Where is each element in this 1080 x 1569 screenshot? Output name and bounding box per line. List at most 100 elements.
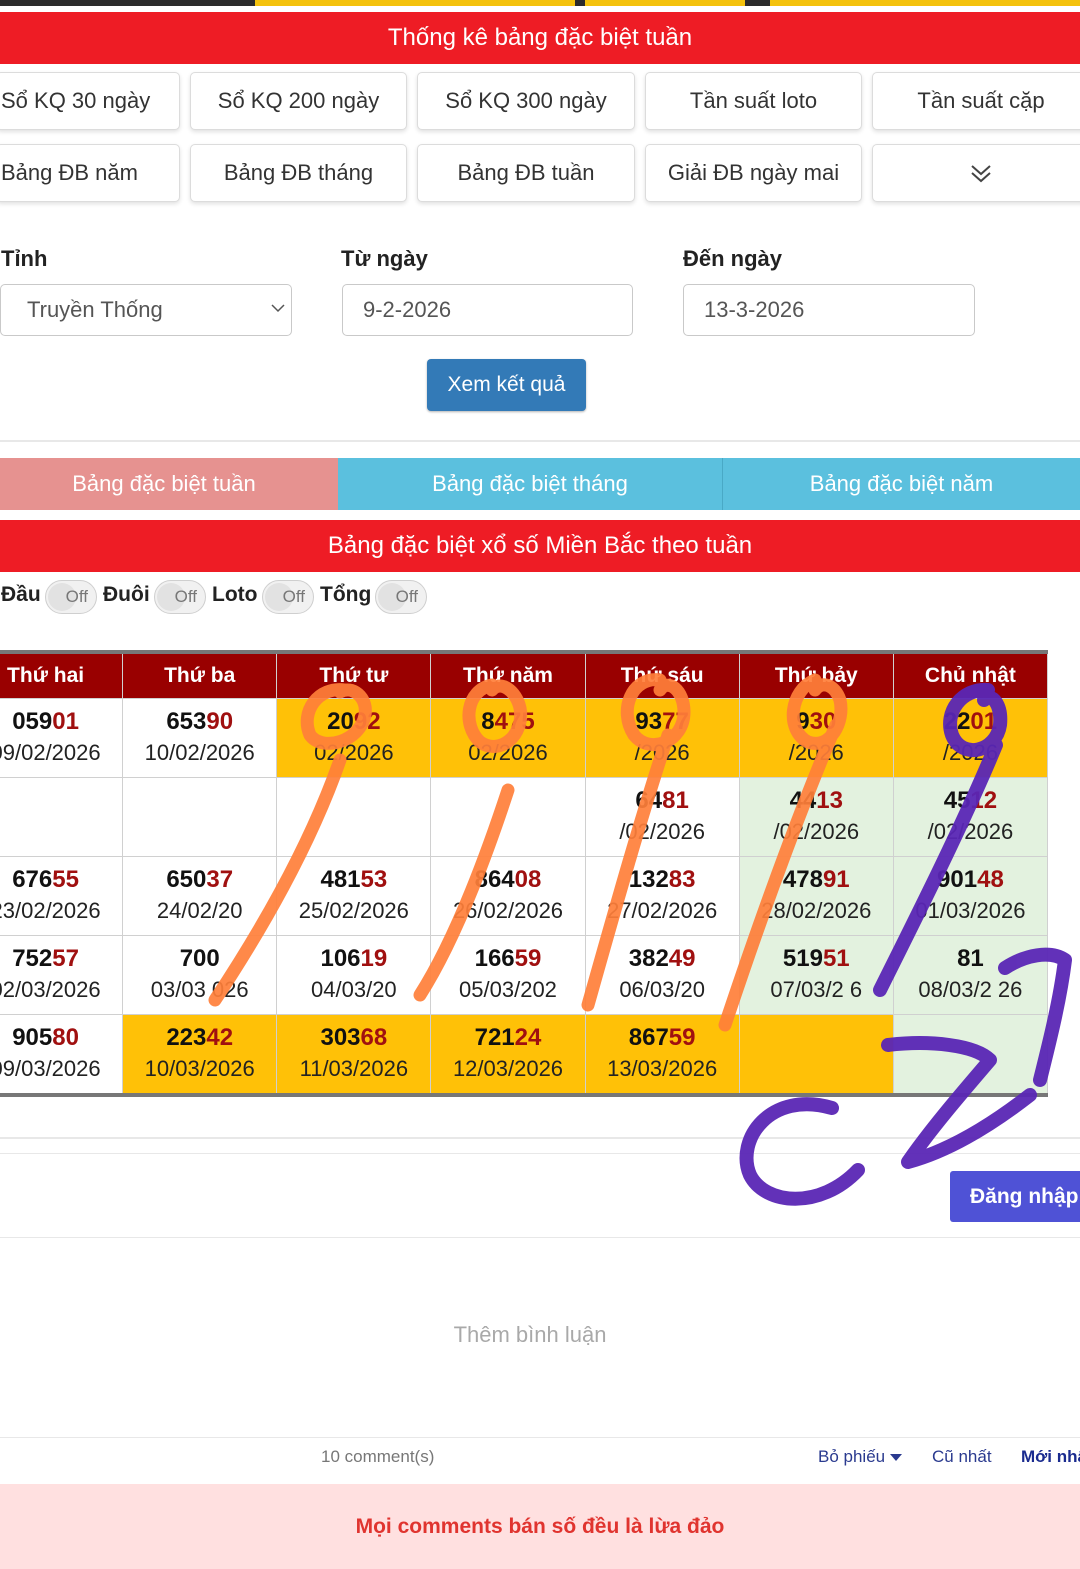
nav-bang-db-tuan[interactable]: Bảng ĐB tuần — [417, 144, 635, 202]
number-head: 653 — [166, 708, 207, 735]
table-row: 75257 02/03/2026 700 03/03 026 10619 04/03/20… — [0, 935, 1049, 1015]
number-head: 22 — [943, 708, 971, 735]
number-tail: 80 — [52, 1024, 79, 1051]
toggle-dau[interactable]: Off — [45, 580, 97, 614]
table-header-row: Thứ hai Thứ ba Thứ tư Thứ năm Thứ sáu Th… — [0, 651, 1049, 699]
number-tail: 19 — [360, 945, 388, 972]
view-results-button[interactable]: Xem kết quả — [427, 359, 586, 411]
special-number: 2092 — [277, 707, 430, 737]
nav-bang-db-thang[interactable]: Bảng ĐB tháng — [190, 144, 407, 202]
result-cell: 72124 12/03/2026 — [430, 1014, 586, 1096]
draw-date: /2026 — [942, 740, 998, 765]
draw-date: /02/2026 — [773, 819, 860, 844]
result-cell — [738, 1014, 894, 1096]
draw-date: /2026 — [788, 740, 844, 765]
toggle-label-tong: Tổng — [320, 583, 372, 606]
sort-vote-button[interactable]: Bỏ phiếu — [818, 1447, 902, 1467]
strip-gold-segment — [770, 0, 1080, 6]
draw-date: 27/02/2026 — [607, 898, 718, 923]
result-cell — [122, 777, 278, 857]
table-row: 67655 23/02/2026 65037 24/02/20 48153 25/02/2… — [0, 856, 1049, 936]
toggle-loto[interactable]: Off — [262, 580, 314, 614]
result-cell: 86408 26/02/2026 — [430, 856, 586, 936]
special-number: 65037 — [123, 865, 276, 895]
scam-warning: Mọi comments bán số đều là lừa đảo — [0, 1484, 1080, 1569]
nav-bang-db-nam[interactable]: Bảng ĐB năm — [0, 144, 180, 202]
number-tail: 24 — [514, 1024, 542, 1051]
number-head: 44 — [789, 787, 817, 814]
tab-monthly[interactable]: Bảng đặc biệt tháng — [338, 458, 723, 510]
special-number: 22342 — [123, 1023, 276, 1053]
draw-date: 11/03/2026 — [299, 1056, 409, 1081]
from-date-input[interactable]: 9-2-2026 — [342, 284, 633, 336]
special-number: 10619 — [277, 944, 430, 974]
number-head: 752 — [12, 945, 53, 972]
result-cell: 38249 06/03/20 — [584, 935, 740, 1015]
number-head: 8 — [481, 708, 495, 735]
to-date-input[interactable]: 13-3-2026 — [683, 284, 975, 336]
result-cell — [430, 777, 586, 857]
special-number: 48153 — [277, 865, 430, 895]
from-date-value: 9-2-2026 — [363, 297, 452, 322]
toggle-tong[interactable]: Off — [375, 580, 427, 614]
tab-yearly[interactable]: Bảng đặc biệt năm — [723, 458, 1080, 510]
special-number: 13283 — [586, 865, 739, 895]
header-sunday: Chủ nhật — [892, 651, 1049, 699]
result-cell: 81 08/03/2 26 — [892, 935, 1049, 1015]
number-tail: 13 — [816, 787, 843, 814]
number-head: 478 — [782, 866, 823, 893]
page-title: Thống kê bảng đặc biệt tuần — [0, 12, 1080, 64]
special-number: 2201 — [894, 707, 1047, 737]
toggle-duoi[interactable]: Off — [154, 580, 206, 614]
special-number: 05901 — [0, 707, 122, 737]
number-tail: 92 — [353, 708, 381, 735]
special-number: 90148 — [894, 865, 1047, 895]
draw-date: /2026 — [634, 740, 690, 765]
result-cell: 9377/2026 — [584, 698, 740, 778]
special-number: 6481 — [586, 786, 739, 816]
sort-newest-button[interactable]: Mới nhất — [1021, 1447, 1080, 1467]
province-select[interactable]: Truyền Thống — [0, 284, 292, 336]
number-tail: 30 — [809, 708, 837, 735]
result-cell: 22342 10/03/2026 — [122, 1014, 278, 1096]
result-cell: 90580 09/03/2026 — [0, 1014, 124, 1096]
draw-date: 10/02/2026 — [144, 740, 255, 765]
nav-tan-suat-loto[interactable]: Tần suất loto — [645, 72, 862, 130]
special-number: 67655 — [0, 865, 122, 895]
number-tail: 59 — [514, 945, 542, 972]
result-cell — [276, 777, 432, 857]
province-select-value: Truyền Thống — [27, 297, 163, 322]
nav-so-kq-200[interactable]: Sổ KQ 200 ngày — [190, 72, 407, 130]
tab-weekly[interactable]: Bảng đặc biệt tuần — [0, 458, 338, 510]
strip-gold-segment — [585, 0, 745, 6]
result-cell: 47891 28/02/2026 — [738, 856, 894, 936]
nav-tan-suat-cap[interactable]: Tần suất cặp — [872, 72, 1080, 130]
result-cell: 67655 23/02/2026 — [0, 856, 124, 936]
header-wednesday: Thứ tư — [276, 651, 432, 699]
number-head: 867 — [628, 1024, 669, 1051]
sort-oldest-button[interactable]: Cũ nhất — [932, 1447, 992, 1467]
header-monday: Thứ hai — [0, 651, 124, 699]
special-number: 700 — [123, 944, 276, 974]
draw-date: 28/02/2026 — [761, 898, 872, 923]
draw-date: 09/03/2026 — [0, 1056, 101, 1081]
nav-so-kq-300[interactable]: Sổ KQ 300 ngày — [417, 72, 635, 130]
number-head: 166 — [474, 945, 515, 972]
add-comment-input[interactable]: Thêm bình luận — [0, 1322, 1060, 1348]
number-tail: 57 — [52, 945, 79, 972]
special-number: 86759 — [586, 1023, 739, 1053]
special-number: 930 — [740, 707, 893, 737]
number-tail: 475 — [494, 708, 535, 735]
result-cell: 4413/02/2026 — [738, 777, 894, 857]
nav-so-kq-30[interactable]: Sổ KQ 30 ngày — [0, 72, 180, 130]
strip-gold-segment — [255, 0, 575, 6]
login-button[interactable]: Đăng nhập — [950, 1171, 1080, 1222]
number-head: 81 — [957, 945, 984, 972]
draw-date: 07/03/2 6 — [770, 977, 863, 1002]
draw-date: 09/02/2026 — [0, 740, 101, 765]
number-tail: 59 — [668, 1024, 696, 1051]
number-head: 93 — [635, 708, 663, 735]
nav-more-button[interactable] — [872, 144, 1080, 202]
nav-giai-db-ngay-mai[interactable]: Giải ĐB ngày mai — [645, 144, 862, 202]
draw-date: 08/03/2 26 — [918, 977, 1023, 1002]
